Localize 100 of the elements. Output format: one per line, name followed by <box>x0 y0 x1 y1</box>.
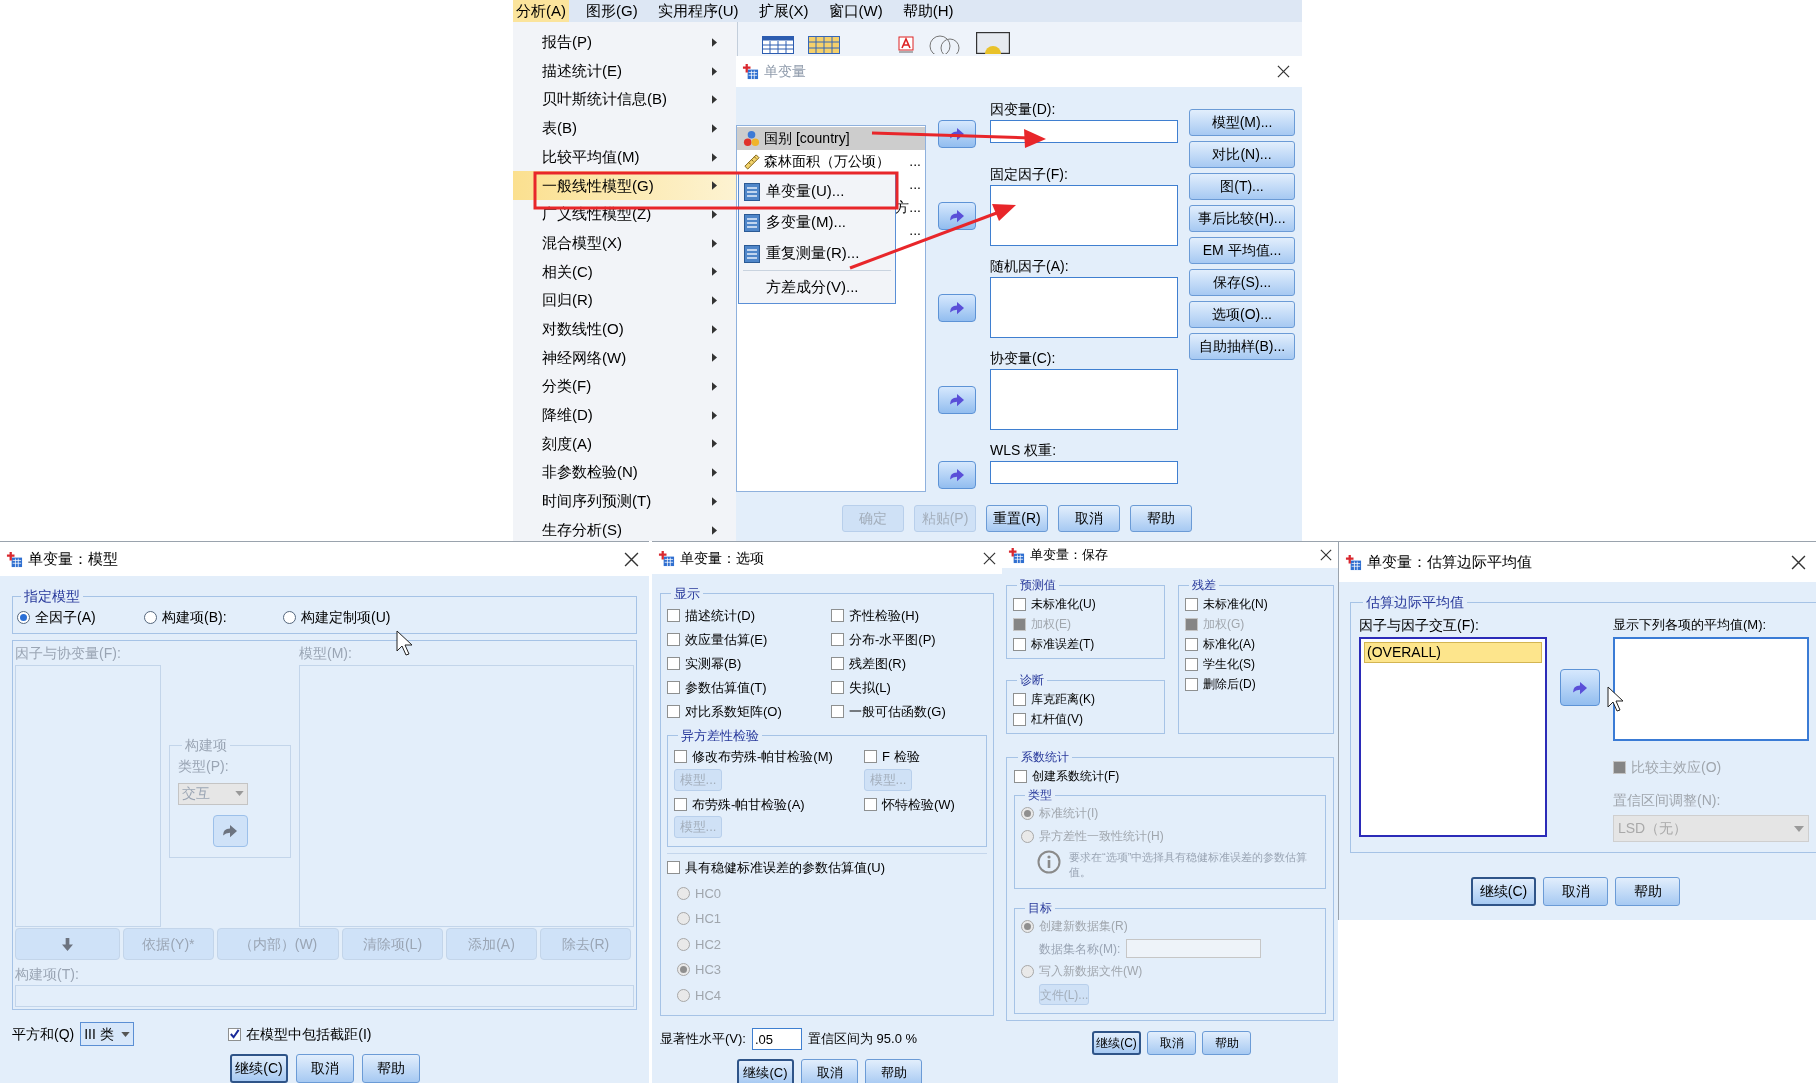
menu-bar-item[interactable]: 图形(G) <box>583 0 641 22</box>
checkbox[interactable] <box>1013 597 1026 611</box>
menu-item[interactable]: 刻度(A) <box>513 429 737 459</box>
dialog-button[interactable]: 取消 <box>801 1059 858 1083</box>
circles-icon[interactable] <box>928 34 962 54</box>
radio-button[interactable] <box>1021 919 1034 933</box>
dialog-button[interactable]: 继续(C) <box>230 1054 288 1083</box>
dialog-button[interactable]: 事后比较(H)... <box>1189 205 1295 232</box>
input-field[interactable] <box>990 461 1178 484</box>
dialog-button[interactable]: 帮助 <box>865 1059 922 1083</box>
radio-button[interactable] <box>1021 829 1034 843</box>
checkbox[interactable] <box>674 797 687 811</box>
checkbox[interactable] <box>1185 657 1198 671</box>
radio-button[interactable] <box>677 886 690 900</box>
list-item[interactable]: (OVERALL) <box>1364 642 1542 663</box>
move-down-button[interactable] <box>15 928 120 961</box>
dialog-button[interactable]: 选项(O)... <box>1189 301 1295 328</box>
menu-item[interactable]: 神经网络(W) <box>513 343 737 373</box>
variable-item[interactable]: 国别 [country] <box>737 127 925 150</box>
radio-button[interactable] <box>1021 806 1034 820</box>
checkbox[interactable] <box>831 705 844 718</box>
variable-item[interactable]: 森林面积（万公顷） ... <box>737 150 925 173</box>
menu-item[interactable]: 多变量(M)... <box>739 207 895 238</box>
menu-item[interactable]: 对数线性(O) <box>513 314 737 344</box>
move-button[interactable] <box>938 385 976 414</box>
menu-item[interactable]: 贝叶斯统计信息(B) <box>513 85 737 115</box>
input-field[interactable] <box>990 120 1178 143</box>
dialog-button[interactable]: 模型(M)... <box>1189 109 1295 136</box>
close-icon[interactable] <box>624 551 639 567</box>
close-icon[interactable] <box>1320 549 1332 561</box>
list-box[interactable] <box>990 369 1178 430</box>
radio-button[interactable] <box>677 937 690 951</box>
dialog-button[interactable]: 继续(C) <box>737 1059 794 1083</box>
close-icon[interactable] <box>1277 65 1290 78</box>
menu-item[interactable]: 方差成分(V)... <box>739 272 895 303</box>
dialog-button[interactable]: 自助抽样(B)... <box>1189 333 1295 360</box>
checkbox[interactable] <box>674 750 687 764</box>
checkbox[interactable] <box>667 609 680 622</box>
move-button[interactable] <box>212 814 248 847</box>
menu-item[interactable]: 比较平均值(M) <box>513 142 737 172</box>
table-icon[interactable] <box>762 36 794 54</box>
dialog-button[interactable]: 图(T)... <box>1189 173 1295 200</box>
checkbox[interactable] <box>667 681 680 694</box>
dialog-button[interactable]: 继续(C) <box>1471 877 1536 906</box>
checkbox[interactable] <box>831 681 844 694</box>
move-button[interactable] <box>938 201 976 230</box>
checkbox[interactable] <box>1014 769 1027 783</box>
list-box[interactable]: (OVERALL) <box>1359 637 1547 837</box>
list-box[interactable] <box>990 277 1178 338</box>
menu-item[interactable]: 相关(C) <box>513 257 737 287</box>
checkbox[interactable] <box>1185 637 1198 651</box>
menu-item[interactable]: 非参数检验(N) <box>513 458 737 487</box>
dialog-button[interactable]: 取消 <box>296 1054 354 1083</box>
dialog-button[interactable]: 取消 <box>1058 505 1120 532</box>
menu-item[interactable]: 时间序列预测(T) <box>513 487 737 516</box>
dialog-button[interactable]: 帮助 <box>1130 505 1192 532</box>
close-icon[interactable] <box>983 551 996 565</box>
checkbox[interactable] <box>1013 712 1026 726</box>
dialog-button[interactable]: 重置(R) <box>986 505 1048 532</box>
menu-bar-item[interactable]: 分析(A) <box>513 0 569 22</box>
checkbox[interactable] <box>1185 597 1198 611</box>
checkbox[interactable] <box>228 1027 242 1041</box>
dropdown[interactable]: III 类 <box>80 1022 135 1046</box>
close-icon[interactable] <box>1791 554 1806 570</box>
menu-item[interactable]: 生存分析(S) <box>513 515 737 541</box>
checkbox[interactable] <box>667 861 680 875</box>
dialog-button[interactable]: 对比(N)... <box>1189 141 1295 168</box>
menu-item[interactable]: 描述统计(E) <box>513 56 737 86</box>
dialog-button[interactable]: 取消 <box>1147 1031 1196 1055</box>
dialog-button[interactable]: 取消 <box>1543 877 1608 906</box>
menu-item[interactable]: 重复测量(R)... <box>739 238 895 269</box>
menu-item[interactable]: 混合模型(X) <box>513 228 737 258</box>
dialog-button[interactable]: EM 平均值... <box>1189 237 1295 264</box>
radio-button[interactable] <box>677 912 690 926</box>
radio-button[interactable] <box>283 611 296 624</box>
checkbox[interactable] <box>667 705 680 718</box>
dialog-button[interactable]: 保存(S)... <box>1189 269 1295 296</box>
menu-item[interactable]: 报告(P) <box>513 28 737 57</box>
checkbox[interactable] <box>1185 677 1198 691</box>
input-field[interactable] <box>1126 939 1262 958</box>
checkbox[interactable] <box>667 657 680 670</box>
list-box[interactable] <box>1613 637 1809 741</box>
menu-item[interactable]: 一般线性模型(G) <box>513 171 737 201</box>
checkbox[interactable] <box>831 657 844 670</box>
checkbox[interactable] <box>864 797 877 811</box>
dialog-button[interactable]: 帮助 <box>362 1054 420 1083</box>
menu-item[interactable]: 降维(D) <box>513 400 737 430</box>
radio-button[interactable] <box>677 963 690 977</box>
marker-icon[interactable] <box>898 36 914 54</box>
menu-bar-item[interactable]: 帮助(H) <box>899 0 957 22</box>
menu-item[interactable]: 回归(R) <box>513 286 737 315</box>
checkbox[interactable] <box>831 633 844 646</box>
menu-bar-item[interactable]: 窗口(W) <box>825 0 886 22</box>
checkbox[interactable] <box>864 750 877 764</box>
dialog-button[interactable]: 帮助 <box>1615 877 1680 906</box>
gauge-icon[interactable] <box>976 32 1010 54</box>
menu-item[interactable]: 单变量(U)... <box>739 176 895 207</box>
menu-item[interactable]: 分类(F) <box>513 372 737 401</box>
grid-icon[interactable] <box>808 36 840 54</box>
menu-bar-item[interactable]: 扩展(X) <box>755 0 812 22</box>
